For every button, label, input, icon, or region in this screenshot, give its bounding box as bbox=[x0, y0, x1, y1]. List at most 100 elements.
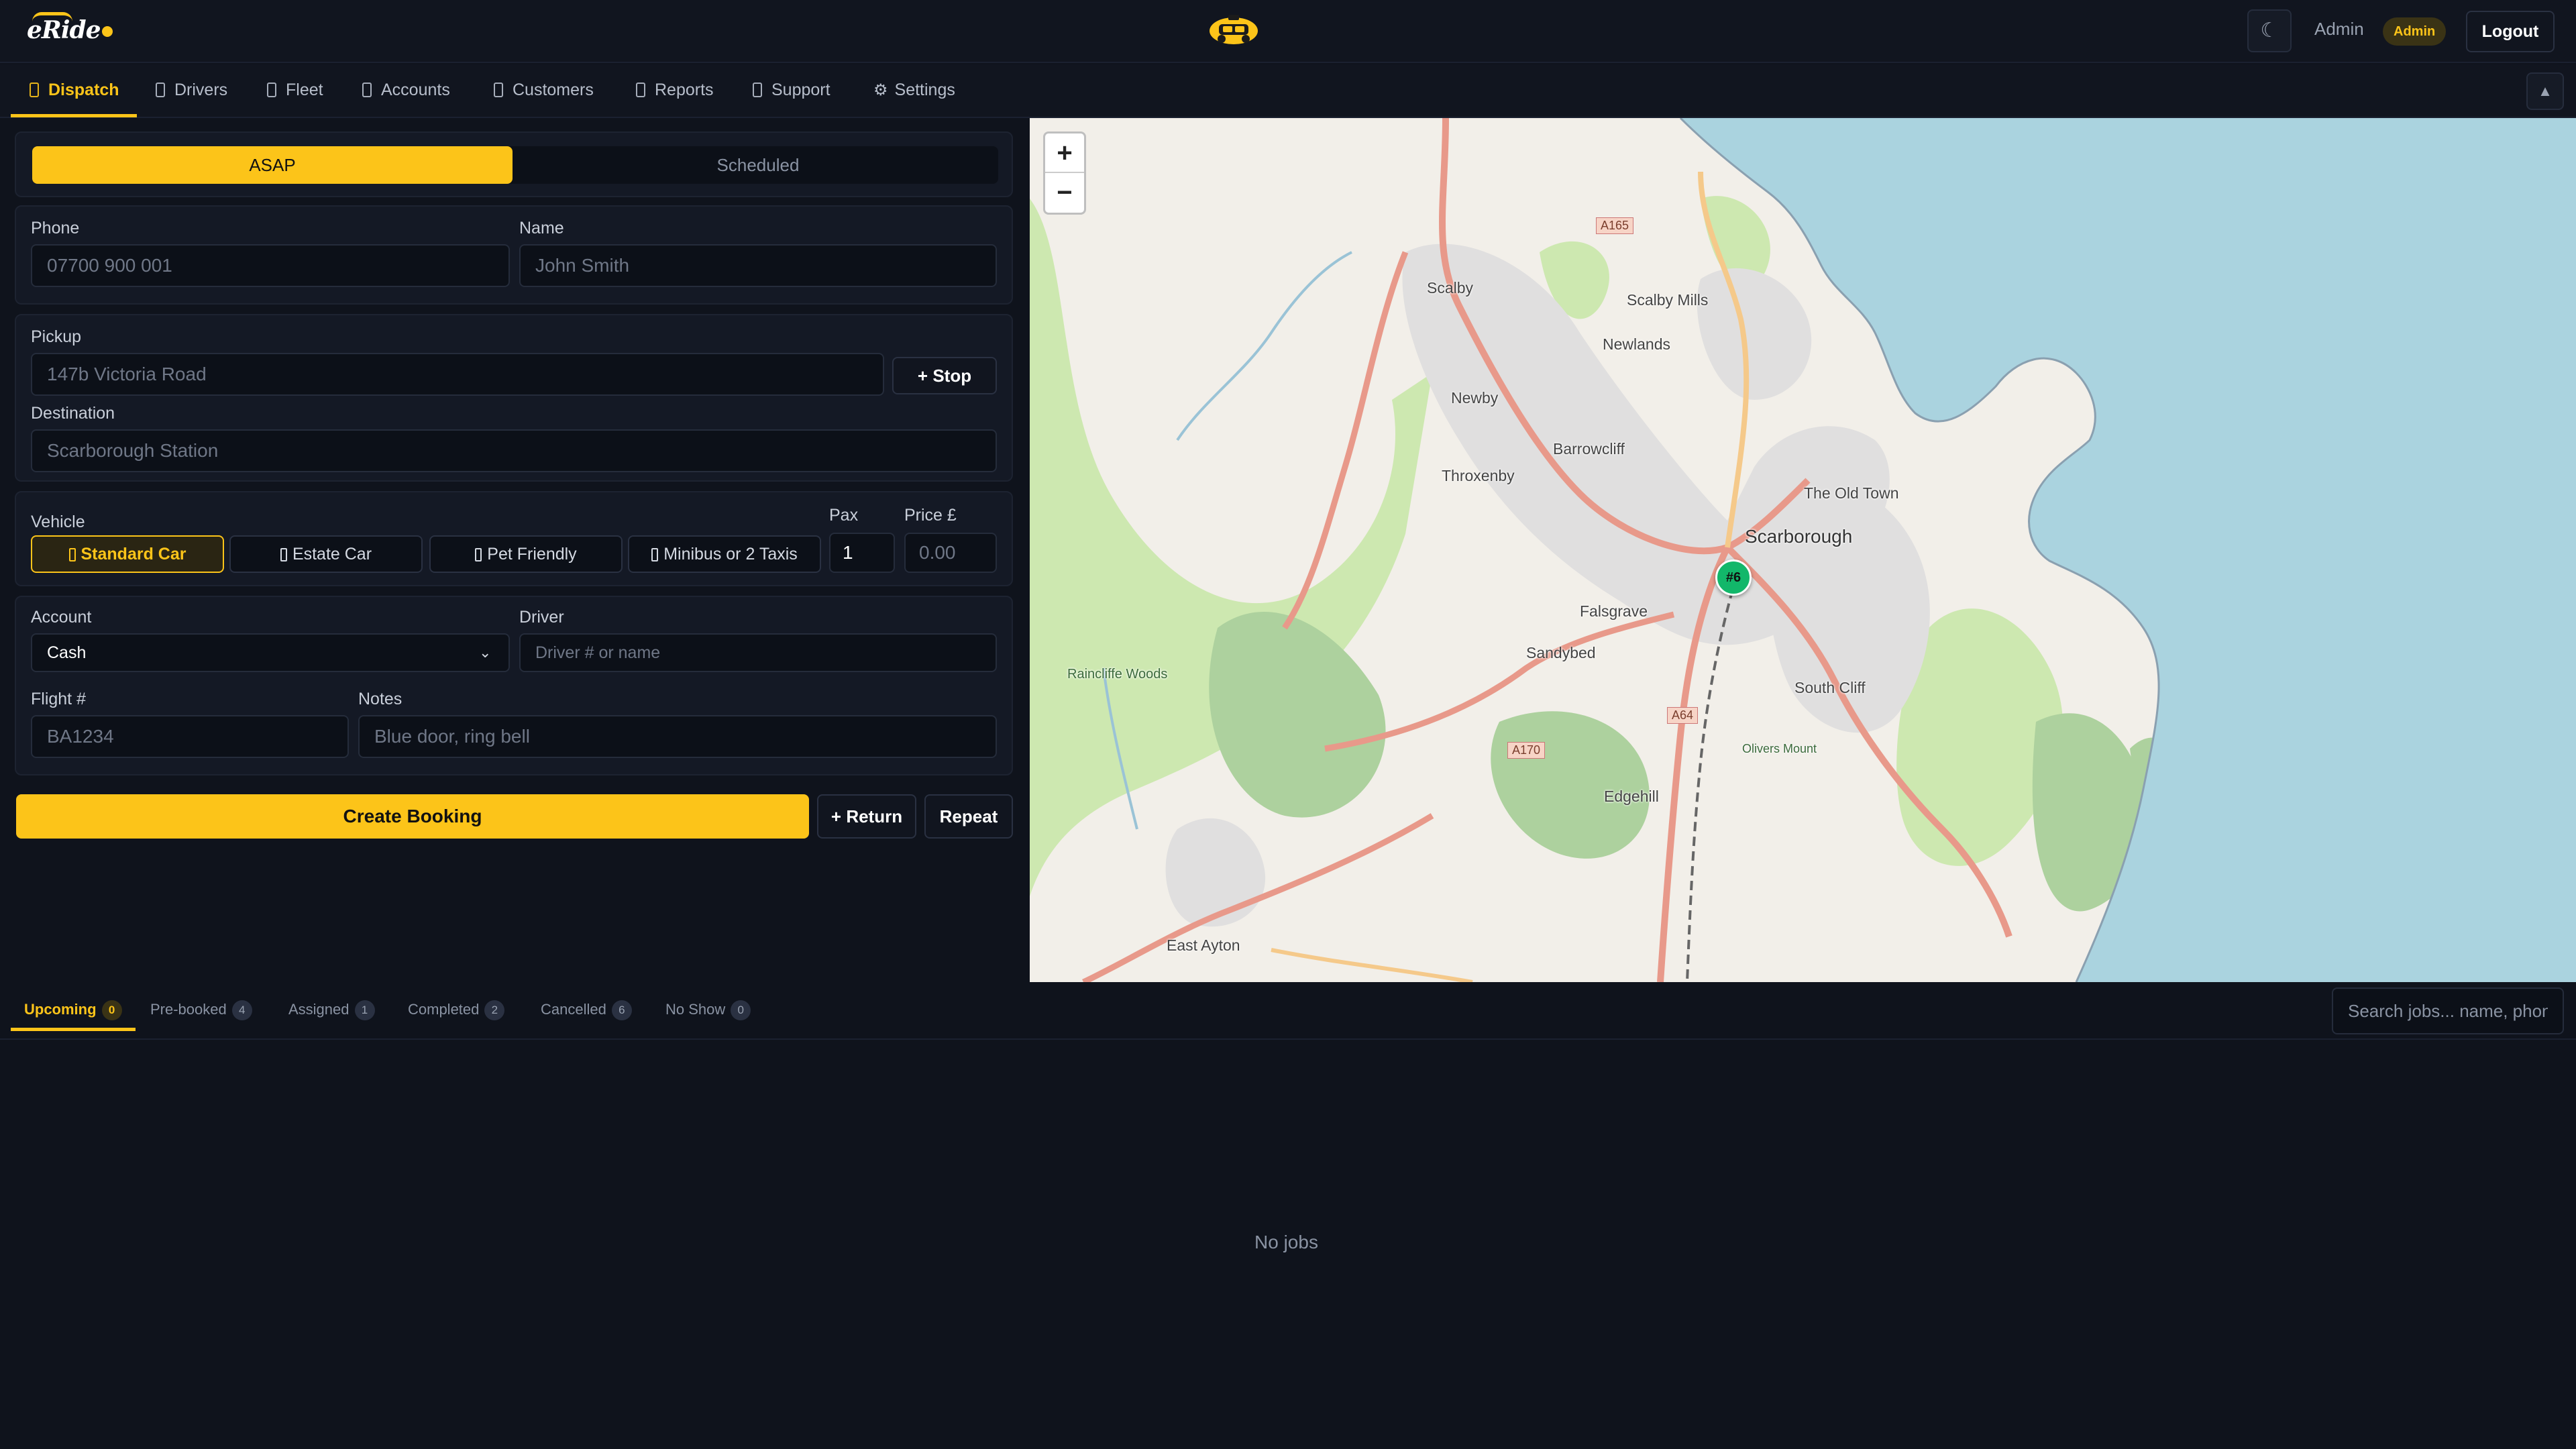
price-input[interactable] bbox=[904, 533, 997, 573]
nav-item-dispatch[interactable]: Dispatch bbox=[30, 64, 119, 118]
user-name: Admin bbox=[2314, 19, 2364, 39]
vehicle-estate-car[interactable]: Estate Car bbox=[229, 535, 423, 573]
pickup-input[interactable] bbox=[31, 353, 884, 396]
tab-count: 1 bbox=[354, 1000, 375, 1020]
map-place-label: Scalby bbox=[1427, 279, 1474, 297]
job-marker[interactable]: #6 bbox=[1715, 559, 1752, 596]
nav-item-label: Support bbox=[771, 80, 830, 99]
driver-input[interactable] bbox=[519, 633, 997, 672]
nav-item-reports[interactable]: Reports bbox=[636, 64, 714, 118]
name-label: Name bbox=[519, 219, 564, 237]
phone-label: Phone bbox=[31, 219, 80, 237]
tab-upcoming[interactable]: Upcoming 0 bbox=[24, 982, 122, 1040]
reports-icon bbox=[636, 83, 645, 97]
chevron-up-icon: ▲ bbox=[2538, 83, 2553, 99]
nav-item-accounts[interactable]: Accounts bbox=[362, 64, 450, 118]
vehicle-label: Vehicle bbox=[31, 513, 85, 531]
name-input[interactable] bbox=[519, 244, 997, 287]
job-search-input[interactable] bbox=[2332, 987, 2564, 1034]
tab-no-show[interactable]: No Show 0 bbox=[665, 982, 751, 1040]
tab-pre-booked[interactable]: Pre-booked 4 bbox=[150, 982, 252, 1040]
pickup-label: Pickup bbox=[31, 327, 82, 346]
nav-item-settings[interactable]: ⚙ Settings bbox=[873, 64, 955, 118]
nav-item-label: Drivers bbox=[174, 80, 228, 99]
nav-item-drivers[interactable]: Drivers bbox=[156, 64, 227, 118]
drivers-icon bbox=[156, 83, 165, 97]
map-place-label: Barrowcliff bbox=[1553, 440, 1625, 458]
zoom-in-button[interactable]: + bbox=[1045, 133, 1084, 173]
vehicle-pet-friendly[interactable]: Pet Friendly bbox=[429, 535, 623, 573]
accounts-icon bbox=[362, 83, 372, 97]
tab-cancelled[interactable]: Cancelled 6 bbox=[541, 982, 632, 1040]
tab-label: Completed bbox=[408, 1001, 480, 1018]
map-place-label: Scarborough bbox=[1745, 526, 1853, 547]
pax-input[interactable] bbox=[829, 533, 895, 573]
create-booking-button[interactable]: Create Booking bbox=[16, 794, 809, 839]
vehicle-option-label: Estate Car bbox=[292, 545, 372, 564]
nav-item-label: Fleet bbox=[286, 80, 323, 99]
active-tab-indicator bbox=[11, 1028, 136, 1031]
tab-assigned[interactable]: Assigned 1 bbox=[288, 982, 375, 1040]
nav-item-support[interactable]: Support bbox=[753, 64, 830, 118]
asap-toggle[interactable]: ASAP bbox=[32, 146, 513, 184]
paw-icon bbox=[475, 548, 482, 561]
collapse-button[interactable]: ▲ bbox=[2526, 72, 2564, 110]
flight-label: Flight # bbox=[31, 690, 86, 708]
nav-item-fleet[interactable]: Fleet bbox=[267, 64, 323, 118]
dispatch-map[interactable]: + − Scalby Scalby Mills Newlands Newby B… bbox=[1030, 118, 2576, 982]
repeat-button[interactable]: Repeat bbox=[924, 794, 1013, 839]
chevron-down-icon: ⌄ bbox=[479, 644, 492, 661]
theme-toggle-button[interactable]: ☾ bbox=[2247, 9, 2292, 52]
minibus-icon bbox=[651, 548, 659, 561]
vehicle-standard-car[interactable]: Standard Car bbox=[31, 535, 224, 573]
vehicle-option-label: Minibus or 2 Taxis bbox=[663, 545, 798, 564]
top-bar: eRide ☾ Admin Admin Logout bbox=[0, 0, 2576, 63]
price-label: Price £ bbox=[904, 506, 957, 525]
map-place-label: Olivers Mount bbox=[1742, 742, 1817, 755]
moon-icon: ☾ bbox=[2260, 19, 2279, 42]
tab-completed[interactable]: Completed 2 bbox=[408, 982, 505, 1040]
flight-input[interactable] bbox=[31, 715, 349, 758]
map-place-label: Throxenby bbox=[1442, 467, 1515, 484]
car-icon bbox=[68, 548, 76, 561]
eride-logo[interactable]: eRide bbox=[27, 12, 101, 48]
empty-state-text: No jobs bbox=[1254, 1232, 1318, 1252]
booking-mode-toggle: ASAP Scheduled bbox=[32, 146, 998, 184]
zoom-controls: + − bbox=[1043, 131, 1086, 215]
account-select-value: Cash bbox=[47, 643, 87, 662]
map-place-label: Newby bbox=[1451, 389, 1499, 407]
tab-label: Upcoming bbox=[24, 1001, 97, 1018]
driver-label: Driver bbox=[519, 608, 564, 627]
notes-label: Notes bbox=[358, 690, 402, 708]
map-place-label: East Ayton bbox=[1167, 936, 1240, 954]
vehicle-minibus[interactable]: Minibus or 2 Taxis bbox=[628, 535, 821, 573]
pax-label: Pax bbox=[829, 506, 859, 525]
dispatch-icon bbox=[30, 83, 39, 97]
map-road-label: A64 bbox=[1667, 707, 1699, 724]
map-place-label: South Cliff bbox=[1794, 679, 1866, 696]
customers-icon bbox=[494, 83, 503, 97]
tab-count: 0 bbox=[731, 1000, 751, 1020]
tab-count: 2 bbox=[484, 1000, 505, 1020]
notes-input[interactable] bbox=[358, 715, 997, 758]
logout-button[interactable]: Logout bbox=[2466, 11, 2555, 52]
return-button[interactable]: + Return bbox=[817, 794, 916, 839]
jobs-tab-bar: Upcoming 0 Pre-booked 4 Assigned 1 Complete… bbox=[0, 982, 2576, 1040]
gear-icon: ⚙ bbox=[873, 81, 888, 99]
account-select[interactable]: Cash bbox=[31, 633, 510, 672]
scheduled-toggle[interactable]: Scheduled bbox=[518, 146, 998, 184]
account-label: Account bbox=[31, 608, 92, 627]
nav-item-customers[interactable]: Customers bbox=[494, 64, 594, 118]
support-icon bbox=[753, 83, 762, 97]
tab-count: 6 bbox=[611, 1000, 632, 1020]
zoom-out-button[interactable]: − bbox=[1045, 173, 1084, 213]
fleet-icon bbox=[267, 83, 276, 97]
destination-input[interactable] bbox=[31, 429, 997, 472]
active-nav-indicator bbox=[11, 114, 137, 117]
phone-input[interactable] bbox=[31, 244, 510, 287]
map-road-label: A170 bbox=[1507, 742, 1546, 759]
tab-label: Assigned bbox=[288, 1001, 350, 1018]
destination-label: Destination bbox=[31, 404, 115, 423]
add-stop-button[interactable]: + Stop bbox=[892, 357, 997, 394]
map-place-label: Falsgrave bbox=[1580, 602, 1648, 620]
